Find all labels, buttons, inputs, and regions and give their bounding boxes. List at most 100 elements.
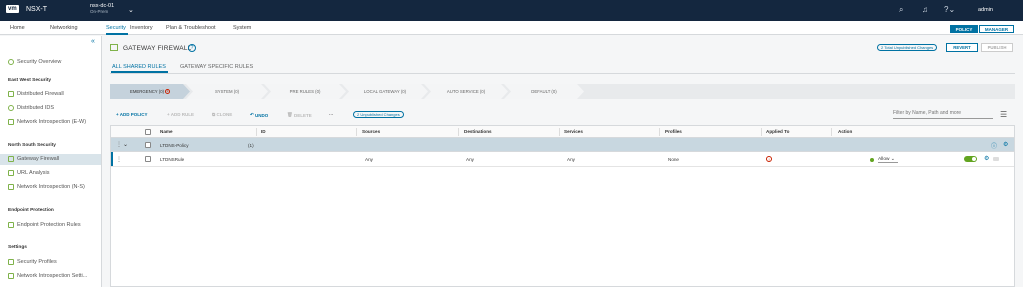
page-title: GATEWAY FIREWALL xyxy=(123,45,192,52)
category-system[interactable]: SYSTEM (0) xyxy=(186,84,268,99)
sidebar-item-label: Distributed IDS xyxy=(17,105,54,111)
tab-home[interactable]: Home xyxy=(10,25,25,31)
column-applied-to[interactable]: Applied To xyxy=(766,129,789,134)
introspection-icon xyxy=(8,273,14,279)
ids-icon xyxy=(8,105,14,111)
sidebar-item-network-introspection-ns[interactable]: Network Introspection (N-S) xyxy=(8,184,85,190)
sidebar-section-east-west: East West Security xyxy=(8,78,52,83)
sidebar-item-distributed-firewall[interactable]: Distributed Firewall xyxy=(8,91,64,97)
filter-options-icon[interactable]: ☰ xyxy=(1000,110,1007,119)
sidebar-item-security-profiles[interactable]: Security Profiles xyxy=(8,259,57,265)
action-value: Allow xyxy=(878,157,890,162)
sidebar-item-label: URL Analysis xyxy=(17,170,50,176)
sidebar-item-network-introspection-ew[interactable]: Network Introspection (E-W) xyxy=(8,119,86,125)
total-unpublished-changes-badge[interactable]: 2 Total Unpublished Changes xyxy=(877,44,938,51)
column-id[interactable]: ID xyxy=(261,129,266,134)
policy-mode-button[interactable]: POLICY xyxy=(950,25,978,33)
action-select[interactable]: Allow ⌄ xyxy=(878,157,898,163)
rule-checkbox[interactable] xyxy=(145,156,151,162)
column-divider xyxy=(761,128,762,136)
sidebar-item-label: Endpoint Protection Rules xyxy=(17,222,81,228)
help-icon[interactable]: ? xyxy=(188,44,196,52)
gateway-firewall-icon xyxy=(110,44,118,51)
column-services[interactable]: Services xyxy=(564,129,583,134)
collapse-sidebar-icon[interactable]: « xyxy=(91,38,95,45)
bell-icon[interactable]: ♫ xyxy=(922,5,928,14)
rule-destinations[interactable]: Any xyxy=(466,157,474,162)
manager-mode-button[interactable]: MANAGER xyxy=(979,25,1014,33)
column-action[interactable]: Action xyxy=(838,129,852,134)
user-menu[interactable]: admin xyxy=(978,7,993,13)
add-rule-button[interactable]: + ADD RULE xyxy=(167,112,194,117)
column-profiles[interactable]: Profiles xyxy=(665,129,682,134)
column-sources[interactable]: Sources xyxy=(362,129,380,134)
undo-button[interactable]: ↶ UNDO xyxy=(250,112,268,118)
tab-system[interactable]: System xyxy=(233,25,251,31)
delete-button[interactable]: 🗑 DELETE xyxy=(287,112,312,118)
rule-profiles[interactable]: None xyxy=(668,157,679,162)
sidebar-item-label: Network Introspection (E-W) xyxy=(17,119,87,125)
tab-networking[interactable]: Networking xyxy=(50,25,78,31)
column-divider xyxy=(256,128,257,136)
unpublished-changes-badge[interactable]: 2 Unpublished Changes xyxy=(353,111,404,118)
drag-handle-icon[interactable]: ⋮ xyxy=(116,156,122,163)
add-policy-button[interactable]: + ADD POLICY xyxy=(116,112,147,117)
column-divider xyxy=(659,128,660,136)
policy-rule-count: (1) xyxy=(248,143,254,148)
category-local-gateway[interactable]: LOCAL GATEWAY (0) xyxy=(342,84,428,99)
chevron-down-icon[interactable]: ⌄ xyxy=(123,141,128,148)
gear-icon[interactable]: ⚙ xyxy=(1003,141,1008,148)
context-selector[interactable]: nsx-dc-01 On-Prem xyxy=(90,3,114,15)
warning-badge-icon: 1 xyxy=(166,89,169,93)
column-divider xyxy=(458,128,459,136)
more-actions-button[interactable]: ··· xyxy=(329,112,334,117)
column-name[interactable]: Name xyxy=(160,129,173,134)
allow-status-dot xyxy=(870,158,874,162)
clone-button[interactable]: ⧉ CLONE xyxy=(212,112,232,117)
sidebar-item-gateway-firewall[interactable]: Gateway Firewall xyxy=(8,156,59,162)
column-divider xyxy=(831,128,832,136)
revert-button[interactable]: REVERT xyxy=(946,43,978,52)
tab-security[interactable]: Security xyxy=(106,25,126,31)
policy-checkbox[interactable] xyxy=(145,142,151,148)
drag-handle-icon[interactable]: ⋮ xyxy=(116,141,122,148)
url-icon xyxy=(8,170,14,176)
sidebar-item-endpoint-protection-rules[interactable]: Endpoint Protection Rules xyxy=(8,222,81,228)
clone-label: CLONE xyxy=(216,112,233,117)
tab-gateway-specific-rules[interactable]: GATEWAY SPECIFIC RULES xyxy=(180,64,253,70)
rule-enabled-toggle[interactable] xyxy=(964,156,977,162)
chevron-down-icon[interactable]: ⌄ xyxy=(128,6,134,14)
filter-input[interactable] xyxy=(893,110,993,116)
rule-row[interactable]: ⋮ LTDNSRule Any Any Any None ! Allow ⌄ ⚙ xyxy=(111,152,1014,167)
help-icon[interactable]: ?⌄ xyxy=(944,5,955,14)
grid-header: Name ID Sources Destinations Services Pr… xyxy=(111,126,1014,138)
endpoint-icon xyxy=(8,222,14,228)
info-icon[interactable]: ⓘ xyxy=(991,141,997,150)
category-pre-rules[interactable]: PRE RULES (0) xyxy=(264,84,346,99)
sidebar-item-distributed-ids[interactable]: Distributed IDS xyxy=(8,105,54,111)
policy-row[interactable]: ⋮ ⌄ LTDNS-Policy (1) ⓘ ⚙ xyxy=(111,138,1014,152)
category-emergency[interactable]: EMERGENCY (0) 1 xyxy=(110,84,190,99)
column-destinations[interactable]: Destinations xyxy=(464,129,492,134)
publish-button[interactable]: PUBLISH xyxy=(981,43,1013,52)
tab-inventory[interactable]: Inventory xyxy=(130,25,153,31)
sidebar-item-label: Network Introspection (N-S) xyxy=(17,184,85,190)
rule-services[interactable]: Any xyxy=(567,157,575,162)
select-all-checkbox[interactable] xyxy=(145,129,151,135)
category-default[interactable]: DEFAULT (0) xyxy=(504,84,584,99)
sidebar-section-settings: Settings xyxy=(8,245,27,250)
firewall-icon xyxy=(8,156,14,162)
sidebar-item-network-introspection-settings[interactable]: Network Introspection Setti... xyxy=(8,273,87,279)
rule-sources[interactable]: Any xyxy=(365,157,373,162)
category-auto-service[interactable]: AUTO SERVICE (0) xyxy=(424,84,508,99)
sidebar-item-url-analysis[interactable]: URL Analysis xyxy=(8,170,50,176)
introspection-icon xyxy=(8,184,14,190)
applied-to-warning-icon[interactable]: ! xyxy=(766,156,772,162)
tab-plan-troubleshoot[interactable]: Plan & Troubleshoot xyxy=(166,25,216,31)
rule-name[interactable]: LTDNSRule xyxy=(160,157,184,162)
sidebar-item-security-overview[interactable]: Security Overview xyxy=(8,59,61,65)
search-icon[interactable]: ⌕ xyxy=(899,5,903,15)
tab-all-shared-rules[interactable]: ALL SHARED RULES xyxy=(112,64,166,70)
gear-icon[interactable]: ⚙ xyxy=(984,155,989,162)
log-icon[interactable] xyxy=(993,157,999,161)
